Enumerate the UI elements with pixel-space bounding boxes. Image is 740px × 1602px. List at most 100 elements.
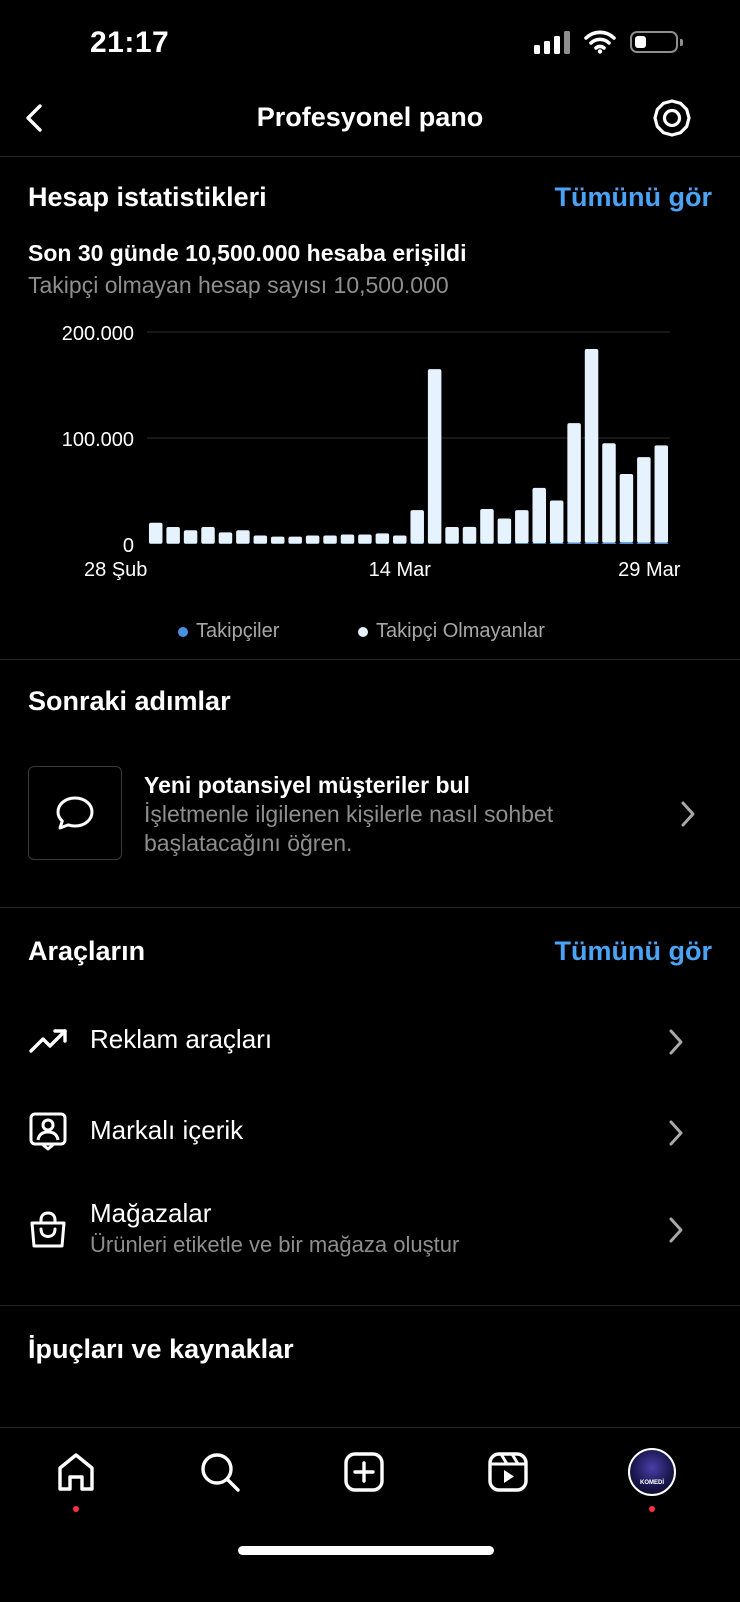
tool-sublabel: Ürünleri etiketle ve bir mağaza oluştur <box>90 1232 459 1258</box>
bar-non-followers <box>271 537 285 544</box>
bar-non-followers <box>567 423 581 543</box>
bar-followers <box>410 543 424 544</box>
tool-label: Reklam araçları <box>90 1024 272 1055</box>
find-customers-card[interactable]: Yeni potansiyel müşteriler bul İşletmenl… <box>28 766 718 862</box>
tab-search[interactable] <box>190 1442 250 1502</box>
bar-non-followers <box>149 523 163 544</box>
trending-up-icon <box>28 1020 68 1060</box>
tool-row-branded-content[interactable]: Markalı içerik <box>0 1091 740 1171</box>
tips-title: İpuçları ve kaynaklar <box>28 1334 294 1365</box>
nav-bar: Profesyonel pano <box>0 90 740 157</box>
bar-non-followers <box>201 527 215 544</box>
tool-row-ad-tools[interactable]: Reklam araçları <box>0 1000 740 1080</box>
bar-followers <box>498 543 512 544</box>
tools-see-all-link[interactable]: Tümünü gör <box>555 936 712 967</box>
bar-non-followers <box>306 536 320 544</box>
status-time: 21:17 <box>90 26 169 60</box>
reach-bar-chart: 200.000100.000028 Şub14 Mar29 Mar <box>0 310 740 600</box>
bar-followers <box>620 542 634 544</box>
bar-non-followers <box>463 527 477 544</box>
page-title: Profesyonel pano <box>0 102 740 133</box>
tab-create[interactable] <box>334 1442 394 1502</box>
profile-avatar: KOMEDİ <box>628 1448 676 1496</box>
bar-non-followers <box>533 488 547 543</box>
card-title: Yeni potansiyel müşteriler bul <box>144 772 470 799</box>
chevron-right-icon <box>680 800 696 828</box>
card-description: İşletmenle ilgilenen kişilerle nasıl soh… <box>144 800 614 858</box>
branded-content-icon <box>28 1111 68 1151</box>
x-tick-label: 28 Şub <box>84 559 147 581</box>
bar-non-followers <box>498 519 512 544</box>
search-icon <box>199 1451 241 1493</box>
x-tick-label: 14 Mar <box>369 559 432 581</box>
bar-non-followers <box>219 532 233 543</box>
bar-non-followers <box>184 530 198 544</box>
bar-non-followers <box>376 533 390 543</box>
bar-non-followers <box>288 537 302 544</box>
section-divider <box>0 659 740 660</box>
bar-non-followers <box>620 474 634 542</box>
account-stats-see-all-link[interactable]: Tümünü gör <box>555 182 712 213</box>
legend-followers: Takipçiler <box>178 620 279 643</box>
bar-non-followers <box>445 527 459 544</box>
section-divider <box>0 1305 740 1306</box>
card-icon-box <box>28 766 122 860</box>
bar-non-followers <box>637 457 651 543</box>
home-icon <box>55 1451 97 1493</box>
cellular-signal-icon <box>534 30 570 54</box>
bar-non-followers <box>254 536 267 544</box>
wifi-icon <box>584 30 616 54</box>
tab-profile[interactable]: KOMEDİ <box>622 1442 682 1502</box>
notification-dot <box>73 1506 79 1512</box>
reach-summary: Son 30 günde 10,500.000 hesaba erişildi <box>28 240 466 267</box>
bar-non-followers <box>585 349 599 543</box>
legend-followers-label: Takipçiler <box>196 620 279 643</box>
bar-non-followers <box>341 534 355 543</box>
settings-gear-icon[interactable] <box>652 98 692 138</box>
tools-title: Araçların <box>28 936 145 967</box>
chat-bubble-icon <box>54 793 96 833</box>
battery-icon <box>630 31 678 53</box>
section-divider <box>0 907 740 908</box>
y-tick-label: 100.000 <box>62 429 134 451</box>
bar-non-followers <box>602 443 616 542</box>
bar-non-followers <box>166 527 180 544</box>
bar-non-followers <box>550 501 564 543</box>
tab-reels[interactable] <box>478 1442 538 1502</box>
next-steps-title: Sonraki adımlar <box>28 686 231 717</box>
create-post-icon <box>343 1451 385 1493</box>
tool-label: Mağazalar <box>90 1198 211 1229</box>
bar-non-followers <box>410 510 424 543</box>
non-follower-reach: Takipçi olmayan hesap sayısı 10,500.000 <box>28 272 449 299</box>
bar-followers <box>637 543 651 544</box>
bar-non-followers <box>480 509 494 544</box>
shopping-bag-icon <box>28 1210 68 1250</box>
legend-non-followers: Takipçi Olmayanlar <box>358 620 545 643</box>
bar-non-followers <box>515 510 529 543</box>
chevron-right-icon <box>668 1028 684 1056</box>
bar-non-followers <box>393 536 407 544</box>
bottom-tab-bar: KOMEDİ <box>0 1427 740 1602</box>
bar-non-followers <box>655 445 669 542</box>
status-bar: 21:17 <box>0 0 740 90</box>
bar-non-followers <box>358 534 372 543</box>
status-icons <box>534 30 678 54</box>
legend-followers-dot <box>178 627 188 637</box>
legend-non-followers-dot <box>358 627 368 637</box>
tool-row-shops[interactable]: Mağazalar Ürünleri etiketle ve bir mağaz… <box>0 1186 740 1276</box>
reels-icon <box>487 1451 529 1493</box>
bar-followers <box>585 543 599 544</box>
bar-non-followers <box>323 536 337 544</box>
bar-followers <box>602 543 616 544</box>
chevron-right-icon <box>668 1119 684 1147</box>
account-stats-title: Hesap istatistikleri <box>28 182 267 213</box>
bar-followers <box>533 543 547 544</box>
tab-home[interactable] <box>46 1442 106 1502</box>
tool-label: Markalı içerik <box>90 1115 243 1146</box>
notification-dot <box>649 1506 655 1512</box>
home-indicator <box>238 1546 494 1555</box>
x-tick-label: 29 Mar <box>618 559 681 581</box>
bar-followers <box>655 543 669 544</box>
bar-followers <box>550 543 564 544</box>
chart-legend: Takipçiler Takipçi Olmayanlar <box>0 620 740 650</box>
